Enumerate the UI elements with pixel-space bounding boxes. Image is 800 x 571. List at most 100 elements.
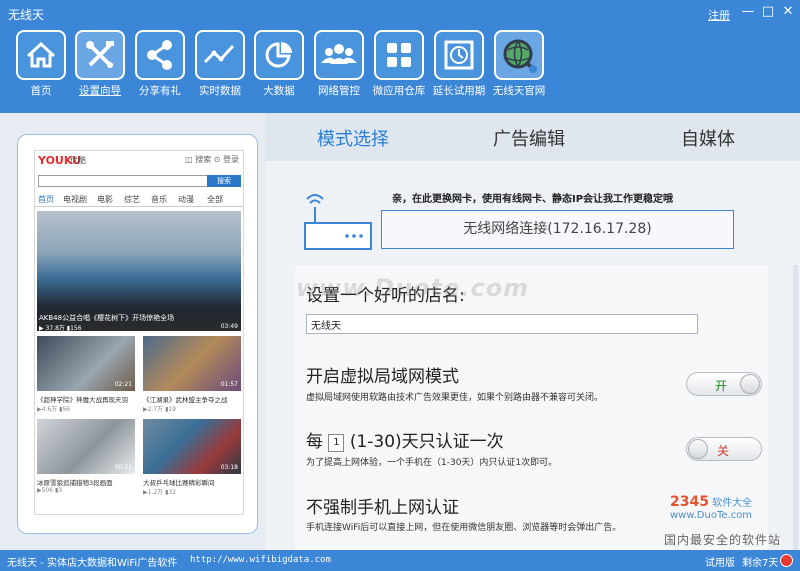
nav-label: 设置向导 xyxy=(79,85,121,97)
thumb-stats: ▶1.2万 ▮32 xyxy=(143,489,177,496)
watermark: www.Duote.com xyxy=(296,274,530,302)
toggle-knob xyxy=(740,374,760,394)
tab-mode-select[interactable]: 模式选择 xyxy=(317,125,389,151)
share-icon xyxy=(135,30,185,80)
main-nav: 首页 设置向导 分享有礼 实时数据 大数据 网络管控 微应用仓库 延长试用期 无… xyxy=(0,28,800,108)
minimize-button[interactable]: — xyxy=(738,3,758,21)
register-link[interactable]: 注册 xyxy=(708,7,730,23)
network-adapter-select[interactable]: 无线网络连接(172.16.17.28) xyxy=(381,210,734,249)
toggle-knob xyxy=(688,439,708,459)
youku-tabs: 首页 电视剧 电影 综艺 音乐 动漫 全部 xyxy=(35,191,243,207)
video-thumb: 03:18 xyxy=(143,419,241,474)
nav-label: 实时数据 xyxy=(199,85,241,97)
mode-tabs: 模式选择 广告编辑 自媒体 xyxy=(265,113,800,161)
thumb-stats: ▶4.6万 ▮56 xyxy=(37,406,71,413)
nav-item-realtime-data[interactable]: 实时数据 xyxy=(190,28,250,108)
video-thumb: 00:51 xyxy=(37,419,135,474)
auth-toggle[interactable]: 关 xyxy=(686,437,762,461)
youku-hero-image: AKB48公益合唱《樱花树下》开场惊艳全场 ▶ 37.8万 ▮156 03:49 xyxy=(37,211,241,332)
status-website-link[interactable]: http://www.wifibigdata.com xyxy=(190,555,331,565)
thumb-caption: 《江湖录》武林盟主争夺之战 xyxy=(143,396,228,404)
youku-tab: 首页 xyxy=(38,195,54,204)
network-hint: 亲，在此更换网卡，使用有线网卡、静态IP会让我工作更稳定哦 xyxy=(392,194,674,205)
nav-item-setup-wizard[interactable]: 设置向导 xyxy=(70,28,130,108)
logo-2345: 2345 软件大全 www.DuoTe.com xyxy=(670,494,800,521)
globe-icon xyxy=(494,30,544,80)
nav-item-official-site[interactable]: 无线天官网 xyxy=(489,28,549,108)
nav-label: 微应用仓库 xyxy=(372,85,426,97)
youku-tab: 电视剧 xyxy=(63,195,87,204)
phone-screen: YOUKU 优酷 ◫ 搜索 ⊙ 登录 搜索 首页 电视剧 电影 综艺 音乐 动漫… xyxy=(34,150,244,515)
top-bar: 无线天 注册 — □ ✕ 首页 设置向导 分享有礼 实时数据 大数据 网络管控 … xyxy=(0,0,800,113)
clock-icon xyxy=(434,30,484,80)
nav-label: 无线天官网 xyxy=(492,85,546,97)
hero-stats: ▶ 37.8万 ▮156 xyxy=(39,325,82,332)
hero-duration: 03:49 xyxy=(220,323,238,330)
router-icon xyxy=(303,189,375,257)
settings-pane: 模式选择 广告编辑 自媒体 亲，在此更换网卡，使用有线网卡、静态IP会让我工作更… xyxy=(265,113,800,550)
nav-label: 分享有礼 xyxy=(139,85,181,97)
thumb-caption: 《超神学院》神魔大战再现天羽 xyxy=(37,396,128,404)
youku-tab: 电影 xyxy=(97,195,113,204)
video-thumb: 02:21 xyxy=(37,336,135,391)
thumb-caption: 冰原雪狼追捕猎物3段画面 xyxy=(37,479,113,487)
thumb-caption: 大叔乒乓球比赛精彩瞬间 xyxy=(143,479,215,487)
grid-icon xyxy=(374,30,424,80)
nav-item-app-store[interactable]: 微应用仓库 xyxy=(369,28,429,108)
close-button[interactable]: ✕ xyxy=(778,3,798,21)
youku-tab: 音乐 xyxy=(151,195,167,204)
nav-item-extend-trial[interactable]: 延长试用期 xyxy=(429,28,489,108)
youku-tab: 动漫 xyxy=(178,195,194,204)
tab-we-media[interactable]: 自媒体 xyxy=(681,125,735,151)
nav-label: 网络管控 xyxy=(318,85,360,97)
tab-ad-edit[interactable]: 广告编辑 xyxy=(493,125,565,151)
no-force-auth-description: 手机连接WiFi后可以直接上网，但在使用微信朋友圈、浏览器等时会弹出广告。 xyxy=(306,523,622,533)
auth-suffix: (1-30)天只认证一次 xyxy=(349,432,504,452)
vlan-description: 虚拟局域网使用软路由技术广告效果更佳，如果个别路由器不兼容可关闭。 xyxy=(306,393,604,403)
tools-icon xyxy=(75,30,125,80)
nav-item-network-control[interactable]: 网络管控 xyxy=(309,28,369,108)
status-indicator-icon[interactable] xyxy=(780,554,793,567)
youku-tab: 综艺 xyxy=(124,195,140,204)
youku-search-button: 搜索 xyxy=(207,175,241,187)
nav-item-home[interactable]: 首页 xyxy=(11,28,71,108)
shop-name-input[interactable] xyxy=(306,314,698,334)
youku-logo-cn: 优酷 xyxy=(70,156,86,165)
video-thumb: 01:57 xyxy=(143,336,241,391)
vlan-toggle[interactable]: 开 xyxy=(686,372,762,396)
auth-prefix: 每 xyxy=(306,432,323,452)
users-icon xyxy=(314,30,364,80)
nav-item-big-data[interactable]: 大数据 xyxy=(249,28,309,108)
youku-search-input xyxy=(38,175,208,187)
youku-tab: 全部 xyxy=(207,195,223,204)
status-trial-label: 试用版 xyxy=(705,558,735,569)
auth-period-title: 每 1 (1-30)天只认证一次 xyxy=(306,427,504,452)
auth-description: 为了提高上网体验，一个手机在（1-30天）内只认证1次即可。 xyxy=(306,458,558,468)
app-title: 无线天 xyxy=(8,8,45,22)
youku-header: YOUKU 优酷 ◫ 搜索 ⊙ 登录 xyxy=(35,151,243,171)
safe-site-text: 国内最安全的软件站 xyxy=(664,533,782,547)
status-app-desc: 无线天 - 实体店大数据和WiFi广告软件 xyxy=(7,558,178,569)
thumb-duration: 01:57 xyxy=(220,381,238,388)
nav-label: 延长试用期 xyxy=(432,85,486,97)
thumb-duration: 00:51 xyxy=(114,464,132,471)
status-remaining-days: 剩余7天 xyxy=(742,558,779,569)
vlan-toggle-label: 开 xyxy=(715,379,728,393)
nav-label: 首页 xyxy=(30,85,52,97)
thumb-stats: ▶506 ▮3 xyxy=(37,487,63,494)
nav-item-share[interactable]: 分享有礼 xyxy=(130,28,190,108)
maximize-button[interactable]: □ xyxy=(758,3,778,21)
status-bar: 无线天 - 实体店大数据和WiFi广告软件 http://www.wifibig… xyxy=(0,550,800,571)
thumb-stats: ▶2.7万 ▮19 xyxy=(143,406,177,413)
youku-header-icons: ◫ 搜索 ⊙ 登录 xyxy=(185,155,239,164)
nav-label: 大数据 xyxy=(263,85,295,97)
thumb-duration: 02:21 xyxy=(114,381,132,388)
preview-pane: YOUKU 优酷 ◫ 搜索 ⊙ 登录 搜索 首页 电视剧 电影 综艺 音乐 动漫… xyxy=(0,113,265,550)
auth-days-input[interactable]: 1 xyxy=(328,434,345,452)
hero-caption: AKB48公益合唱《樱花树下》开场惊艳全场 xyxy=(39,314,175,322)
no-force-auth-title: 不强制手机上网认证 xyxy=(306,498,459,518)
home-icon xyxy=(16,30,66,80)
pie-chart-icon xyxy=(254,30,304,80)
logo-2345-brand: 2345 xyxy=(670,494,709,510)
phone-frame: YOUKU 优酷 ◫ 搜索 ⊙ 登录 搜索 首页 电视剧 电影 综艺 音乐 动漫… xyxy=(17,134,258,534)
